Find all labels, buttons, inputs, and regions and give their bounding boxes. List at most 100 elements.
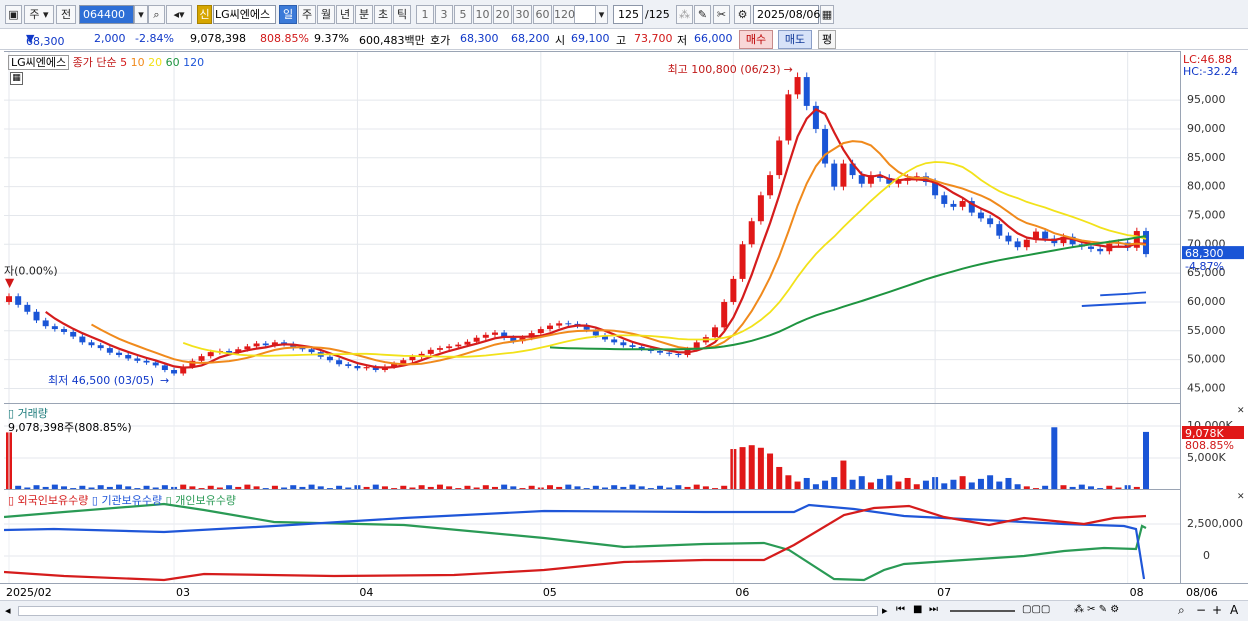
volume-bar <box>1051 427 1058 490</box>
candle-body <box>88 342 95 346</box>
interval-tab-60[interactable]: 60 <box>533 5 552 24</box>
period-tab-3[interactable]: 년 <box>336 5 354 24</box>
open-price: 69,100 <box>571 32 610 45</box>
grid-icon[interactable]: ⁂ <box>676 5 693 24</box>
window-icon[interactable]: ▢▢▢ <box>1022 604 1050 615</box>
candle-body <box>482 334 489 338</box>
candle-body <box>730 278 737 302</box>
volume-value: 9,078,398 <box>190 32 246 45</box>
candle-body <box>354 365 361 369</box>
candle-body <box>776 140 783 176</box>
interval-tab-1[interactable]: 1 <box>416 5 434 24</box>
interval-tab-30[interactable]: 30 <box>513 5 532 24</box>
market-selector[interactable]: 전 <box>56 5 76 24</box>
low-price: 66,000 <box>694 32 733 45</box>
candle-body <box>803 77 810 106</box>
volume-bar <box>739 447 746 490</box>
y-tick-label: 50,000 <box>1187 353 1226 366</box>
candle-body <box>748 221 755 245</box>
period-tab-4[interactable]: 분 <box>355 5 373 24</box>
period-tab-2[interactable]: 월 <box>317 5 335 24</box>
candle-body <box>6 296 12 302</box>
holding-axis-labels: 2,500,000 0 ✕ <box>1187 492 1245 562</box>
sound-icon[interactable]: ◂▾ <box>166 5 192 24</box>
candle-body <box>950 203 957 207</box>
candle-body <box>299 348 306 350</box>
volume-pane: ▯ 거래량 9,078,398주(808.85%) <box>4 403 1180 490</box>
zoom-out-icon[interactable]: − <box>1196 603 1206 617</box>
rewind-icon[interactable]: ⏮ <box>896 604 905 615</box>
candle-body <box>363 367 370 369</box>
period-tab-1[interactable]: 주 <box>298 5 316 24</box>
candle-body <box>262 343 269 346</box>
interval-tab-5[interactable]: 5 <box>454 5 472 24</box>
current-price: 68,300 ▼ <box>26 32 65 48</box>
font-size-icon[interactable]: A <box>1230 603 1238 617</box>
drawing-icon[interactable]: ✎ <box>694 5 711 24</box>
layout-icon[interactable]: ▣ <box>5 5 22 24</box>
turnover-pct: 9.37% <box>314 32 349 45</box>
foreign-holding-line <box>4 504 1147 582</box>
hold-close-icon[interactable]: ✕ <box>1237 492 1245 502</box>
period-tab-6[interactable]: 틱 <box>393 5 411 24</box>
stock-code-input[interactable]: 064400 <box>79 5 134 24</box>
period-tab-0[interactable]: 일 <box>279 5 297 24</box>
candle-body <box>42 320 49 327</box>
candle-body <box>125 355 132 359</box>
tools-icon[interactable]: ⁂ ✂ ✎ ⚙ <box>1074 604 1119 615</box>
gear-icon[interactable]: ⚙ <box>734 5 751 24</box>
interval-dropdown-icon[interactable]: ▾ <box>595 5 608 24</box>
zoom-slider[interactable] <box>950 610 1015 612</box>
buy-button[interactable]: 매수 <box>739 30 773 49</box>
candle-body <box>537 329 544 334</box>
price-chart[interactable]: 최고 100,800 (06/23) →최저 46,500 (03/05) →자(0… <box>4 52 1180 404</box>
zoom-icon[interactable]: ⌕ <box>1178 603 1185 618</box>
scroll-left-icon[interactable]: ◂ <box>5 604 11 617</box>
scroll-track[interactable] <box>18 606 878 616</box>
price-axis: 95,000 90,000 85,000 80,000 75,000 70,000 65,0… <box>1180 51 1248 403</box>
new-badge[interactable]: 신 <box>197 5 212 24</box>
candle-body <box>757 195 764 222</box>
ma-line-120-stub <box>1081 301 1147 308</box>
high-price: 73,700 <box>634 32 673 45</box>
interval-tab-120[interactable]: 120 <box>553 5 575 24</box>
type-selector[interactable]: 주 ▾ <box>24 5 54 24</box>
candle-body <box>941 195 948 204</box>
volume-chart[interactable] <box>4 404 1180 490</box>
zoom-in-icon[interactable]: + <box>1212 603 1222 617</box>
vol-close-icon[interactable]: ✕ <box>1237 406 1245 416</box>
volume-bar <box>776 466 783 490</box>
calendar-icon[interactable]: ▦ <box>820 5 834 24</box>
candle-body <box>712 327 719 338</box>
x-axis-label: 05 <box>542 586 557 599</box>
x-axis: 2025/02 03 04 05 06 07 08 08/06 <box>0 583 1248 600</box>
low-label: 저 <box>677 34 688 47</box>
candle-body <box>831 163 838 187</box>
holding-legend-2: ▯ 개인보유수량 <box>165 494 236 507</box>
candle-body <box>1042 231 1049 239</box>
scroll-right-icon[interactable]: ▸ <box>882 604 888 617</box>
count-total: /125 <box>645 8 670 21</box>
avg-button[interactable]: 평 <box>818 30 836 49</box>
code-dropdown-icon[interactable]: ▾ <box>134 5 148 24</box>
sell-button[interactable]: 매도 <box>778 30 812 49</box>
search-icon[interactable]: ⌕ <box>148 5 165 24</box>
period-tab-5[interactable]: 초 <box>374 5 392 24</box>
interval-tab-3[interactable]: 3 <box>435 5 453 24</box>
candle-body <box>455 344 462 347</box>
vol-tag-pct: 808.85% <box>1185 439 1234 452</box>
date-input[interactable]: 2025/08/06 <box>753 5 820 24</box>
volume-bar <box>757 447 764 490</box>
volume-axis-labels: 10,000K5,000K9,078K808.85%✕ <box>1182 406 1245 464</box>
count-input[interactable]: 125 <box>613 5 643 24</box>
stock-name-field[interactable]: LG씨엔에스 <box>213 5 276 24</box>
high-annotation: 최고 100,800 (06/23) <box>668 63 781 76</box>
hc-label: HC:-32.24 <box>1183 65 1238 78</box>
table-icon[interactable]: ▦ <box>10 72 23 85</box>
interval-tab-10[interactable]: 10 <box>473 5 492 24</box>
forward-icon[interactable]: ⏭ <box>929 604 938 615</box>
stop-icon[interactable]: ■ <box>913 604 922 615</box>
scissors-icon[interactable]: ✂ <box>713 5 730 24</box>
y-tick-label: 60,000 <box>1187 295 1226 308</box>
interval-tab-20[interactable]: 20 <box>493 5 512 24</box>
